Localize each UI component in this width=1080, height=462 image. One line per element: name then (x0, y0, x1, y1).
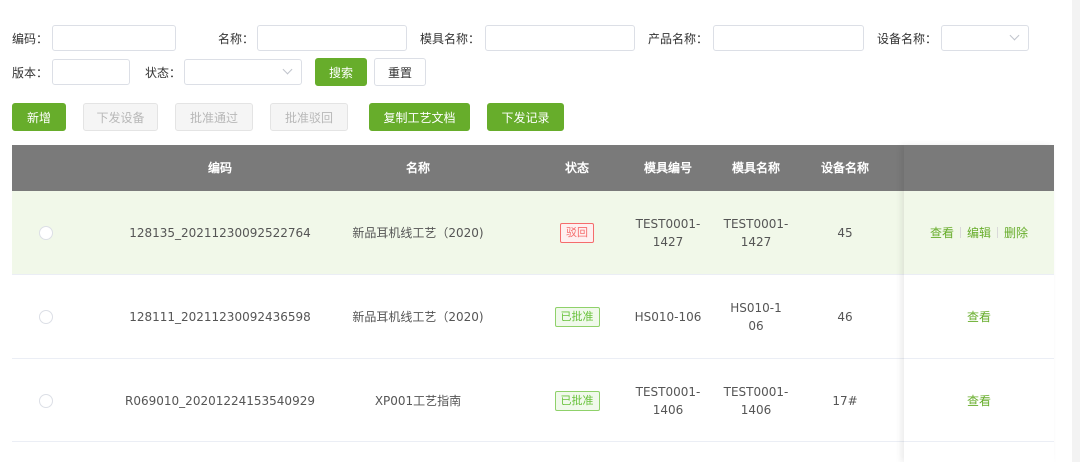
view-link[interactable]: 查看 (967, 308, 991, 325)
chevron-down-icon (1009, 30, 1020, 41)
table-row[interactable]: 128135_20211230092522764 新品耳机线工艺（2020) 驳… (12, 191, 1054, 275)
code-cell: 128135_20211230092522764 (129, 226, 311, 240)
action-cell: 查看 编辑 删除 (904, 191, 1054, 275)
mold-name-input[interactable] (485, 25, 635, 51)
mold-name-cell: TEST0001-1427 (723, 217, 789, 249)
table-header: 编码 名称 状态 模具编号 模具名称 设备名称 (12, 145, 1054, 191)
divider (959, 227, 961, 238)
table-row[interactable]: 128111_20211230092436598 新品耳机线工艺（2020) 已… (12, 275, 1054, 359)
device-name-select[interactable] (941, 25, 1029, 51)
approve-reject-button[interactable]: 批准驳回 (270, 103, 348, 131)
radio-button[interactable] (39, 310, 53, 324)
product-name-input[interactable] (713, 25, 864, 51)
code-cell: R069010_20201224153540929 (125, 393, 315, 408)
edit-link[interactable]: 编辑 (967, 224, 991, 241)
status-label: 状态： (145, 65, 182, 80)
code-label: 编码： (12, 31, 49, 46)
row-select[interactable] (32, 275, 60, 359)
reset-button[interactable]: 重置 (374, 58, 426, 86)
mold-name-cell: HS010-106 (730, 301, 782, 333)
delete-link[interactable]: 删除 (1004, 224, 1028, 241)
mold-no-cell: TEST0001-1427 (635, 217, 701, 249)
action-cell: 查看 (904, 275, 1054, 359)
device-name-cell: 45 (837, 226, 853, 240)
row-select[interactable] (32, 191, 60, 275)
name-cell: XP001工艺指南 (374, 393, 462, 408)
divider (997, 227, 998, 238)
device-name-cell: 17# (832, 393, 858, 408)
issue-device-button[interactable]: 下发设备 (83, 103, 158, 131)
status-badge: 已批准 (554, 307, 600, 327)
fixed-action-column: 查看 编辑 删除 查看 查看 (904, 145, 1054, 462)
device-name-label: 设备名称： (877, 31, 938, 46)
status-badge: 驳回 (560, 223, 594, 243)
name-input[interactable] (257, 25, 407, 51)
device-name-cell: 46 (837, 310, 853, 324)
radio-button[interactable] (39, 393, 53, 408)
column-header-device-name[interactable]: 设备名称 (808, 145, 882, 191)
column-header-mold-no[interactable]: 模具编号 (626, 145, 710, 191)
table-row[interactable]: R069010_20201224153540929 XP001工艺指南 已批准 … (12, 359, 1054, 442)
approve-pass-button[interactable]: 批准通过 (175, 103, 253, 131)
copy-doc-button[interactable]: 复制工艺文档 (369, 103, 470, 131)
column-header-status[interactable]: 状态 (547, 145, 607, 191)
view-link[interactable]: 查看 (967, 392, 991, 409)
add-button[interactable]: 新增 (12, 103, 66, 131)
chevron-down-icon (282, 64, 293, 75)
code-cell: 128111_20211230092436598 (129, 310, 311, 324)
status-badge: 已批准 (554, 390, 600, 411)
status-cell: 已批准 (547, 275, 607, 359)
code-input[interactable] (52, 25, 176, 51)
status-select[interactable] (184, 59, 302, 85)
name-cell: 新品耳机线工艺（2020) (352, 226, 484, 240)
status-cell: 驳回 (547, 191, 607, 275)
view-link[interactable]: 查看 (930, 224, 954, 241)
column-header-code[interactable]: 编码 (100, 145, 340, 191)
action-column-header (904, 145, 1054, 191)
issue-record-button[interactable]: 下发记录 (487, 103, 564, 131)
search-button[interactable]: 搜索 (315, 58, 367, 86)
vertical-scrollbar[interactable] (1072, 0, 1080, 462)
status-cell: 已批准 (547, 359, 607, 442)
mold-no-cell: TEST0001-1406 (635, 384, 701, 417)
toolbar: 新增 下发设备 批准通过 批准驳回 复制工艺文档 下发记录 (0, 103, 1080, 131)
mold-name-cell: TEST0001-1406 (723, 384, 789, 417)
column-header-name[interactable]: 名称 (318, 145, 518, 191)
row-select[interactable] (32, 359, 60, 442)
action-cell: 查看 (904, 359, 1054, 442)
version-label: 版本： (12, 65, 49, 80)
mold-no-cell: HS010-106 (634, 310, 702, 324)
name-label: 名称： (218, 31, 255, 46)
mold-name-label: 模具名称： (420, 31, 481, 46)
name-cell: 新品耳机线工艺（2020) (352, 310, 484, 324)
radio-button[interactable] (39, 226, 53, 240)
product-name-label: 产品名称： (648, 31, 709, 46)
process-document-page: 编码： 名称： 模具名称： 产品名称： 设备名称： 版本： 状态： 搜索 重置 … (0, 0, 1080, 462)
column-header-mold-name[interactable]: 模具名称 (714, 145, 798, 191)
version-input[interactable] (52, 59, 130, 85)
